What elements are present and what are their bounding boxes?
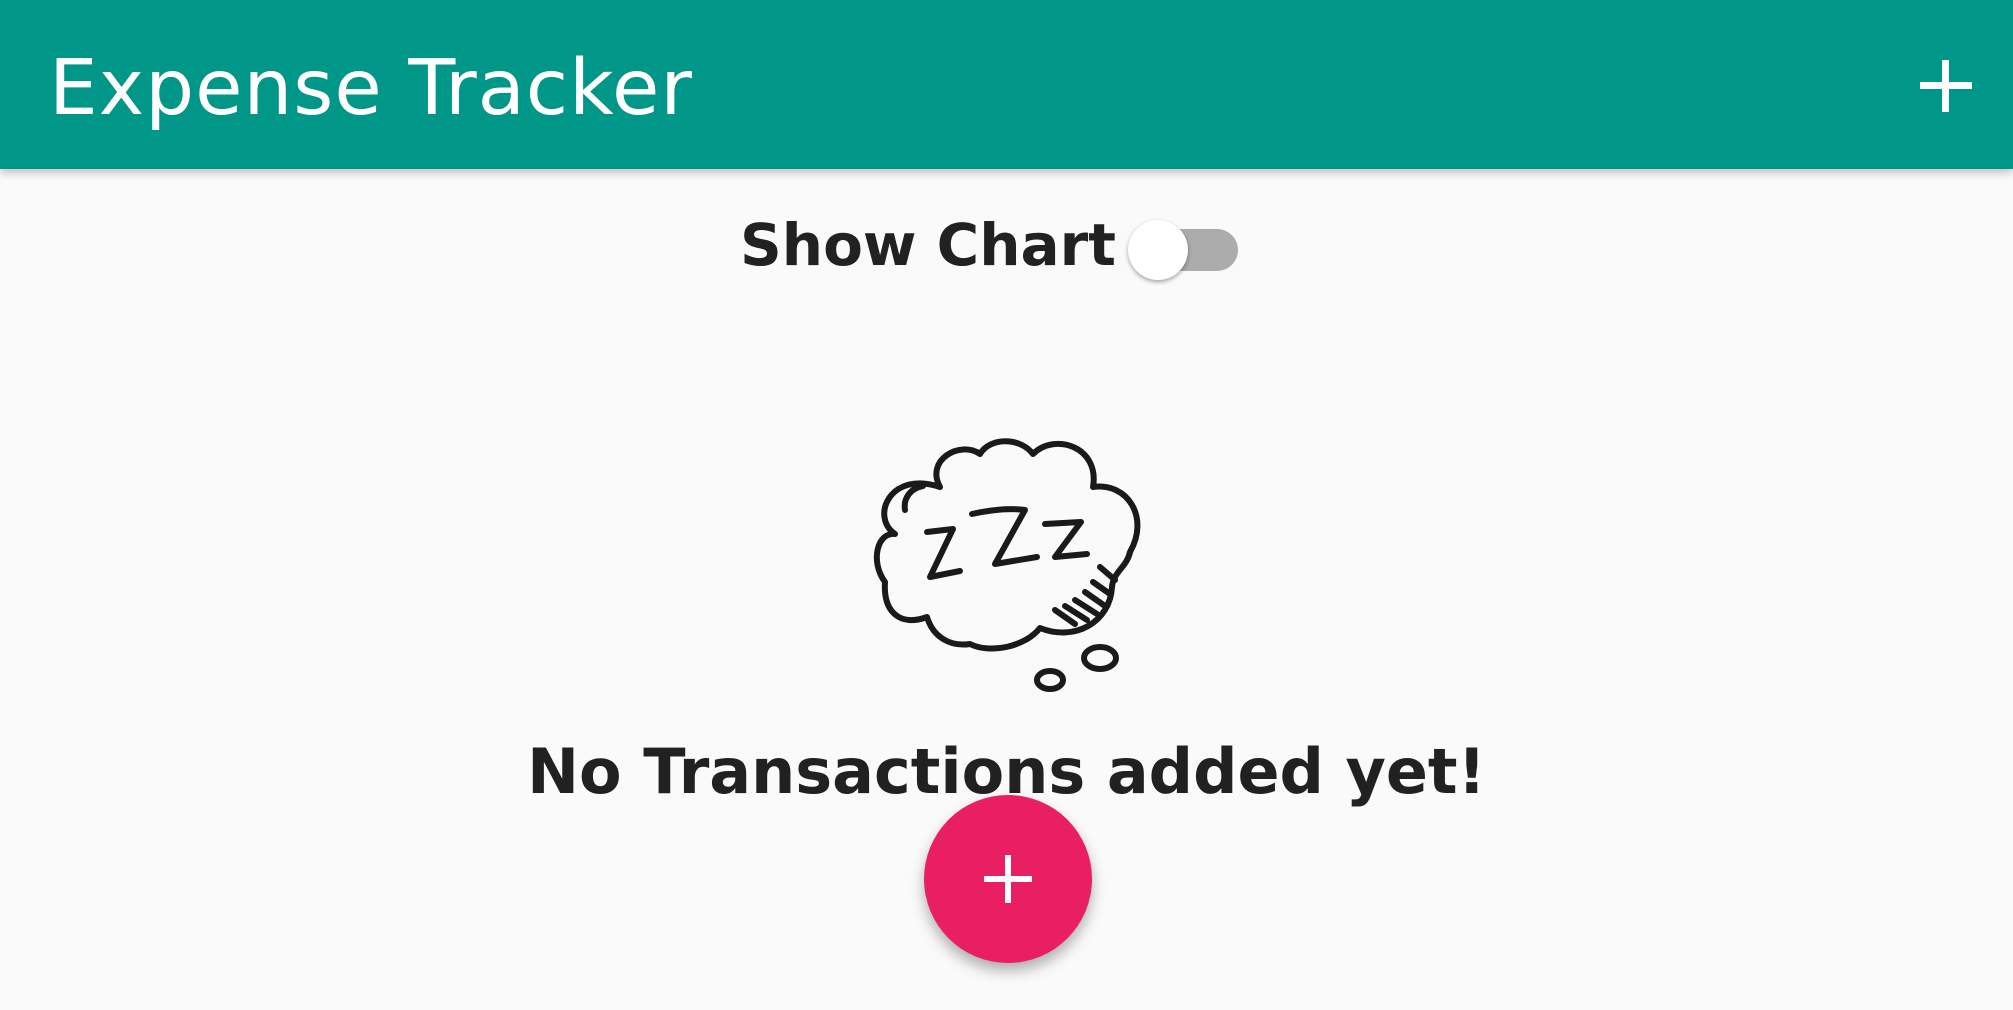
app-title: Expense Tracker: [49, 44, 694, 133]
show-chart-label: Show Chart: [740, 211, 1117, 279]
plus-icon: [1920, 60, 1972, 112]
sleeping-zzz-cloud-image: [865, 432, 1151, 698]
show-chart-switch[interactable]: [1128, 219, 1240, 280]
switch-thumb: [1128, 220, 1188, 280]
add-transaction-fab[interactable]: [924, 795, 1092, 963]
plus-icon: [984, 855, 1032, 903]
app-bar: Expense Tracker: [0, 0, 2013, 169]
show-chart-row: Show Chart: [0, 205, 2013, 285]
add-transaction-button[interactable]: [1916, 56, 1976, 116]
